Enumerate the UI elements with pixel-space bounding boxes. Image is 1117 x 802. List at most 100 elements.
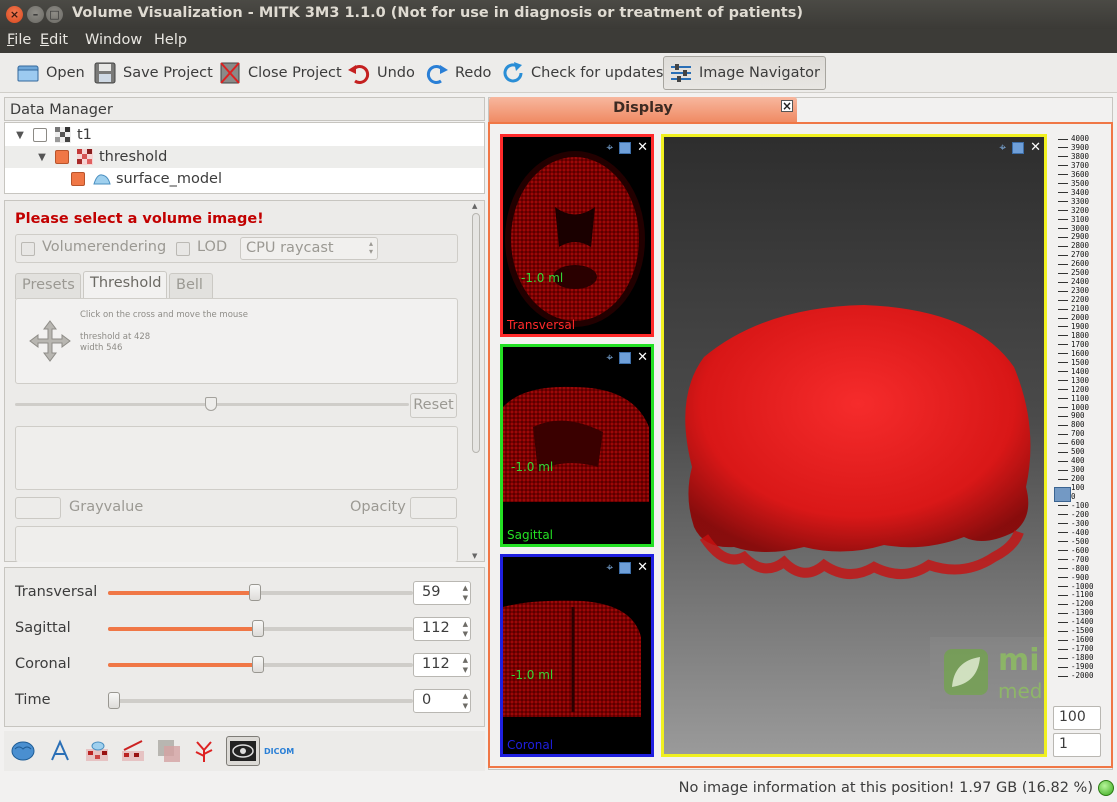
tools-icon[interactable]: ✕ <box>637 560 648 575</box>
maximize-view-icon[interactable] <box>1012 141 1025 154</box>
scale-tick-label: 200 <box>1058 474 1085 483</box>
tree-node-t1[interactable]: ▼ t1 <box>5 124 484 146</box>
save-project-button[interactable]: Save Project <box>93 58 213 88</box>
lod-checkbox[interactable] <box>176 242 190 256</box>
tab-display[interactable]: Display × <box>489 97 797 122</box>
undo-button[interactable]: Undo <box>347 58 415 88</box>
tab-presets[interactable]: Presets <box>15 273 81 299</box>
time-slider[interactable] <box>108 692 413 709</box>
tree-node-threshold[interactable]: ▼ threshold <box>5 146 484 168</box>
move-cross-icon[interactable] <box>28 319 72 363</box>
undo-icon <box>348 65 370 84</box>
scroll-up-icon[interactable]: ▲ <box>472 202 477 210</box>
level-window-handle[interactable] <box>1054 487 1071 502</box>
render-mode-select[interactable]: CPU raycast ▴ ▾ <box>240 237 378 260</box>
menu-help[interactable]: Help <box>154 32 187 48</box>
scroll-down-icon[interactable]: ▼ <box>472 552 477 560</box>
tab-threshold[interactable]: Threshold <box>83 271 167 299</box>
threshold-slider[interactable] <box>15 397 409 411</box>
data-manager-tree[interactable]: ▼ t1 ▼ threshold surface_model <box>4 122 485 194</box>
transversal-view[interactable]: ⌖ ✕ -1.0 ml Transversal <box>500 134 654 337</box>
spin-arrows-icon[interactable]: ▲ ▼ <box>463 655 468 675</box>
dicom-plugin-button[interactable]: DICOM <box>264 747 294 756</box>
reset-button[interactable]: Reset <box>410 393 457 418</box>
check-for-updates-button[interactable]: Check for updates <box>501 58 663 88</box>
open-button[interactable]: Open <box>16 58 85 88</box>
volumerendering-checkbox[interactable] <box>21 242 35 256</box>
scale-tick-label: 3400 <box>1058 188 1089 197</box>
scale-tick-label: 500 <box>1058 447 1085 456</box>
panel-scrollbar[interactable]: ▲ ▼ <box>470 202 482 560</box>
scale-tick-label: -100 <box>1058 501 1089 510</box>
level-input[interactable]: 100 <box>1053 706 1101 730</box>
crosshair-icon[interactable]: ⌖ <box>999 140 1006 155</box>
vessel-tree-icon[interactable] <box>192 738 216 764</box>
transfer-function-canvas[interactable] <box>15 426 458 490</box>
slider-handle[interactable] <box>248 584 261 601</box>
sagittal-slider[interactable] <box>108 620 413 637</box>
slider-handle[interactable] <box>251 620 264 637</box>
transversal-slider[interactable] <box>108 584 413 601</box>
sagittal-view[interactable]: ⌖ ✕ -1.0 ml Sagittal <box>500 344 654 547</box>
visibility-checkbox[interactable] <box>33 128 47 142</box>
menu-window[interactable]: Window <box>85 32 142 48</box>
minimize-window-button[interactable]: – <box>27 6 44 23</box>
spin-arrows-icon[interactable]: ▲ ▼ <box>463 619 468 639</box>
scale-tick-label: 1700 <box>1058 340 1089 349</box>
view-controls: ⌖ ✕ <box>606 350 648 365</box>
status-message: No image information at this position! 1… <box>678 780 1093 796</box>
redo-button[interactable]: Redo <box>425 58 491 88</box>
scale-tick-label: 1200 <box>1058 385 1089 394</box>
slider-handle[interactable] <box>108 692 120 709</box>
spin-arrows-icon[interactable]: ▲ ▼ <box>463 691 468 711</box>
tools-icon[interactable]: ✕ <box>637 140 648 155</box>
opacity-function-canvas[interactable] <box>15 526 458 562</box>
crosshair-icon[interactable]: ⌖ <box>606 560 613 575</box>
view-controls: ⌖ ✕ <box>999 140 1041 155</box>
collapse-arrow-icon[interactable]: ▼ <box>35 152 49 163</box>
coronal-view[interactable]: ⌖ ✕ -1.0 ml Coronal <box>500 554 654 757</box>
segmentation-icon[interactable] <box>84 739 110 763</box>
slider-handle[interactable] <box>251 656 264 673</box>
collapse-arrow-icon[interactable]: ▼ <box>13 130 27 141</box>
tools-icon[interactable]: ✕ <box>637 350 648 365</box>
sagittal-spinbox[interactable]: 112 ▲ ▼ <box>413 617 471 641</box>
visibility-checkbox[interactable] <box>71 172 85 186</box>
coronal-slider[interactable] <box>108 656 413 673</box>
maximize-view-icon[interactable] <box>619 561 632 574</box>
menu-file[interactable]: File <box>7 32 31 48</box>
3d-view[interactable]: ⌖ ✕ mi med <box>661 134 1047 757</box>
close-project-button[interactable]: Close Project <box>218 58 342 88</box>
measurement-icon[interactable] <box>48 739 72 763</box>
scale-tick-label: -700 <box>1058 555 1089 564</box>
transversal-spinbox[interactable]: 59 ▲ ▼ <box>413 581 471 605</box>
slider-handle[interactable] <box>205 397 217 411</box>
coronal-spinbox[interactable]: 112 ▲ ▼ <box>413 653 471 677</box>
maximize-window-button[interactable]: □ <box>46 6 63 23</box>
spin-arrows-icon[interactable]: ▲ ▼ <box>463 583 468 603</box>
maximize-view-icon[interactable] <box>619 351 632 364</box>
registration-icon[interactable] <box>156 738 182 764</box>
brain-icon[interactable] <box>10 739 36 763</box>
time-spinbox[interactable]: 0 ▲ ▼ <box>413 689 471 713</box>
tab-bell[interactable]: Bell <box>169 273 213 299</box>
window-input[interactable]: 1 <box>1053 733 1101 757</box>
tools-icon[interactable]: ✕ <box>1030 140 1041 155</box>
view-controls: ⌖ ✕ <box>606 140 648 155</box>
close-tab-icon[interactable]: × <box>781 100 793 112</box>
crosshair-icon[interactable]: ⌖ <box>606 140 613 155</box>
visibility-checkbox[interactable] <box>55 150 69 164</box>
crosshair-icon[interactable]: ⌖ <box>606 350 613 365</box>
maximize-view-icon[interactable] <box>619 141 632 154</box>
interactive-segmentation-icon[interactable] <box>120 739 146 763</box>
grayvalue-color-swatch[interactable] <box>15 497 61 519</box>
volume-visualization-plugin-button[interactable] <box>226 736 260 766</box>
image-navigator-button[interactable]: Image Navigator <box>663 56 826 90</box>
tree-node-surface-model[interactable]: surface_model <box>5 168 484 190</box>
close-window-button[interactable]: × <box>6 6 23 23</box>
menu-edit[interactable]: Edit <box>40 32 68 48</box>
scrollbar-thumb[interactable] <box>472 213 480 453</box>
scale-tick-label: 3500 <box>1058 179 1089 188</box>
level-window-scale[interactable]: 4000 3900 3800 3700 3600 3500 3400 3300 3200 3100… <box>1048 134 1110 683</box>
opacity-value-box[interactable] <box>410 497 457 519</box>
